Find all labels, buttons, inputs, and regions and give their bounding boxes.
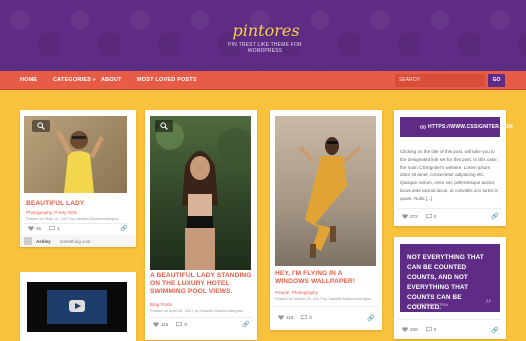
post-stats: 116 0 [153,322,187,327]
post-card-beautiful-lady: BEAUTIFUL LADY Photography, Pretty Girls… [20,110,136,235]
link-icon[interactable]: 🔗 [491,327,498,334]
likes-count: 45 [36,226,42,231]
link-post-body: Clicking on the title of this post, will… [400,149,499,201]
post-meta: Posted on April 06, 2017 by Vassilis Mas… [150,308,243,313]
link-url[interactable]: HTTPS://WWW.CSSIGNITER.COM [428,124,513,130]
heart-icon[interactable] [402,327,408,332]
comment-icon[interactable] [49,226,56,231]
comment-author[interactable]: Ashley [36,239,51,244]
divider [149,317,253,318]
post-card-video [20,272,136,341]
divider [398,319,502,320]
divider [398,208,502,209]
post-categories[interactable]: Blog Posts [150,302,172,307]
link-banner[interactable]: HTTPS://WWW.CSSIGNITER.COM [400,117,513,137]
comment-icon[interactable] [425,327,432,332]
post-categories[interactable]: People, Photography [275,290,318,295]
avatar [24,237,32,245]
post-categories[interactable]: Photography, Pretty Girls [26,210,77,215]
comment-text: something cool [60,239,91,244]
heart-icon[interactable] [153,322,159,327]
post-card-link: HTTPS://WWW.CSSIGNITER.COM Clicking on t… [394,110,513,226]
post-stats: 272 0 [402,214,436,219]
post-meta: Posted on May 10, 2017 by Vassilis Masto… [26,216,119,221]
quote-author: - ALBERT EINSTEIN [411,302,449,307]
site-logo[interactable]: pintores [226,22,306,40]
post-meta: Posted on March 30, 2017 by Vassilis Mas… [275,296,372,301]
post-card-quote: NOT EVERYTHING THAT CAN BE COUNTED COUNT… [394,237,506,339]
site-tagline: PIN TREST LIKE THEME FOR WORDPRESS [228,42,302,54]
post-title[interactable]: A BEAUTIFUL LADY STANDING ON THE LUXURY … [150,272,252,297]
nav-about[interactable]: ABOUT [101,71,122,90]
comments-count: 0 [433,214,437,219]
post-card-flying: HEY, I'M FLYING IN A WINDOWS WALLPAPER! … [270,110,382,330]
likes-count: 116 [161,322,169,327]
post-card-swimming-pool: A BEAUTIFUL LADY STANDING ON THE LUXURY … [145,110,257,340]
video-thumbnail[interactable] [27,282,127,332]
post-image[interactable] [150,116,251,270]
link-chain-icon [420,125,426,129]
divider [24,223,128,224]
nav-most-loved[interactable]: MOST LOVED POSTS [137,71,197,90]
heart-icon[interactable] [278,315,284,320]
post-title[interactable]: HEY, I'M FLYING IN A WINDOWS WALLPAPER! [275,270,377,286]
comment-icon[interactable] [176,322,183,327]
post-stats: 269 0 [402,327,436,332]
nav-home[interactable]: HOME [20,71,37,90]
comments-count: 0 [433,327,437,332]
comments-count: 0 [184,322,187,327]
comment-icon[interactable] [301,315,308,320]
link-icon[interactable]: 🔗 [491,213,498,220]
post-image[interactable] [275,116,376,266]
site-header: pintores PIN TREST LIKE THEME FOR WORDPR… [0,0,526,71]
quote-mark-icon: ” [485,298,492,313]
likes-count: 272 [410,214,418,219]
zoom-button[interactable] [155,120,173,132]
post-stats: 45 1 [28,226,60,231]
post-stats: 110 0 [278,315,312,320]
heart-icon[interactable] [402,214,408,219]
link-icon[interactable]: 🔗 [242,321,249,328]
comments-count: 0 [309,315,312,320]
zoom-icon [37,122,45,130]
likes-count: 269 [410,327,418,332]
heart-icon[interactable] [28,226,34,231]
search-go-button[interactable]: GO [488,74,505,87]
comment-icon[interactable] [425,214,432,219]
search-input[interactable]: SEARCH [395,74,485,87]
quote-box[interactable]: NOT EVERYTHING THAT CAN BE COUNTED COUNT… [400,244,500,313]
divider [274,306,378,307]
likes-count: 110 [286,315,294,320]
post-comment-preview: Ashley something cool [20,235,136,247]
link-icon[interactable]: 🔗 [367,315,374,322]
nav-categories[interactable]: CATEGORIES » [53,71,96,90]
zoom-button[interactable] [32,120,50,132]
link-icon[interactable]: 🔗 [120,225,127,232]
comments-count: 1 [57,226,60,231]
zoom-icon [160,122,168,130]
post-title[interactable]: BEAUTIFUL LADY [26,200,126,208]
